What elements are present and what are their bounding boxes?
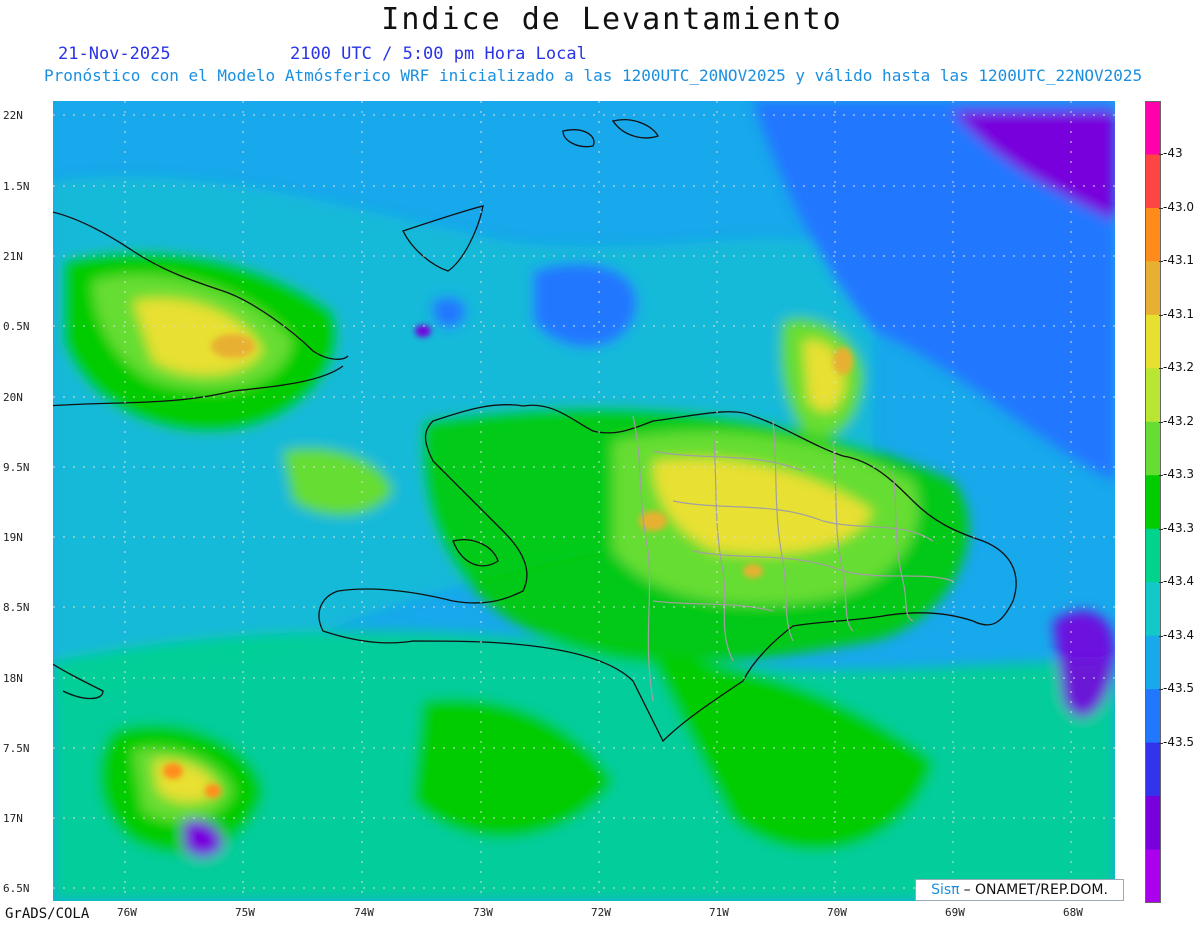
lat-label: 20N	[3, 391, 23, 404]
colorbar-tick	[1159, 582, 1163, 584]
forecast-description: Pronóstico con el Modelo Atmósferico WRF…	[44, 66, 1143, 85]
colorbar-label: -43.3	[1163, 467, 1195, 482]
colorbar-label: -43.0	[1163, 199, 1195, 214]
lon-label: 69W	[945, 906, 965, 919]
lat-label: 0.5N	[3, 320, 30, 333]
colorbar-tick	[1159, 261, 1163, 263]
lat-label: 8.5N	[3, 601, 30, 614]
forecast-date: 21-Nov-2025	[58, 44, 171, 64]
lon-label: 75W	[235, 906, 255, 919]
lat-label: 9.5N	[3, 461, 30, 474]
colorbar-swatch	[1145, 207, 1161, 262]
colorbar-tick	[1159, 207, 1163, 209]
lat-label: 17N	[3, 812, 23, 825]
colorbar-label: -43.1	[1163, 253, 1195, 268]
colorbar	[1145, 101, 1161, 903]
lat-label: 19N	[3, 531, 23, 544]
software-credit: GrADS/COLA	[5, 906, 90, 922]
lon-label: 72W	[591, 906, 611, 919]
colorbar-label: -43.4	[1163, 574, 1195, 589]
credit-box: Sisπ – ONAMET/REP.DOM.	[915, 879, 1124, 901]
colorbar-swatch	[1145, 689, 1161, 744]
colorbar-tick	[1159, 154, 1163, 156]
colorbar-tick	[1159, 689, 1163, 691]
colorbar-label: -43.5	[1163, 681, 1195, 696]
colorbar-swatch	[1145, 261, 1161, 316]
credit-text: – ONAMET/REP.DOM.	[963, 882, 1108, 898]
forecast-time: 2100 UTC / 5:00 pm Hora Local	[290, 44, 587, 64]
colorbar-label: -43.2	[1163, 413, 1195, 428]
colorbar-swatch	[1145, 796, 1161, 851]
colorbar-swatch	[1145, 475, 1161, 530]
lon-label: 76W	[117, 906, 137, 919]
lon-label: 70W	[827, 906, 847, 919]
colorbar-label: -43.2	[1163, 360, 1195, 375]
colorbar-swatch	[1145, 101, 1161, 155]
colorbar-swatch	[1145, 368, 1161, 423]
colorbar-swatch	[1145, 849, 1161, 903]
map-title: Indice de Levantamiento	[381, 2, 843, 37]
colorbar-tick	[1159, 742, 1163, 744]
colorbar-tick	[1159, 475, 1163, 477]
colorbar-swatch	[1145, 528, 1161, 583]
colorbar-label: -43.5	[1163, 734, 1195, 749]
colorbar-tick	[1159, 421, 1163, 423]
colorbar-swatch	[1145, 154, 1161, 209]
lifted-index-map	[53, 101, 1115, 901]
colorbar-swatch	[1145, 314, 1161, 369]
lat-label: 21N	[3, 250, 23, 263]
colorbar-tick	[1159, 314, 1163, 316]
colorbar-tick	[1159, 368, 1163, 370]
colorbar-tick	[1159, 528, 1163, 530]
colorbar-tick	[1159, 635, 1163, 637]
lat-label: 6.5N	[3, 882, 30, 895]
lat-label: 22N	[3, 109, 23, 122]
lat-label: 18N	[3, 672, 23, 685]
lon-label: 73W	[473, 906, 493, 919]
colorbar-swatch	[1145, 421, 1161, 476]
colorbar-swatch	[1145, 582, 1161, 637]
lon-label: 71W	[709, 906, 729, 919]
credit-brand: Sisπ	[931, 882, 960, 898]
colorbar-label: -43	[1163, 146, 1183, 161]
lon-label: 68W	[1063, 906, 1083, 919]
colorbar-swatch	[1145, 635, 1161, 690]
colorbar-label: -43.1	[1163, 306, 1195, 321]
colorbar-swatch	[1145, 742, 1161, 797]
colorbar-label: -43.3	[1163, 520, 1195, 535]
lon-label: 74W	[354, 906, 374, 919]
lat-label: 1.5N	[3, 180, 30, 193]
colorbar-label: -43.4	[1163, 627, 1195, 642]
lat-label: 7.5N	[3, 742, 30, 755]
